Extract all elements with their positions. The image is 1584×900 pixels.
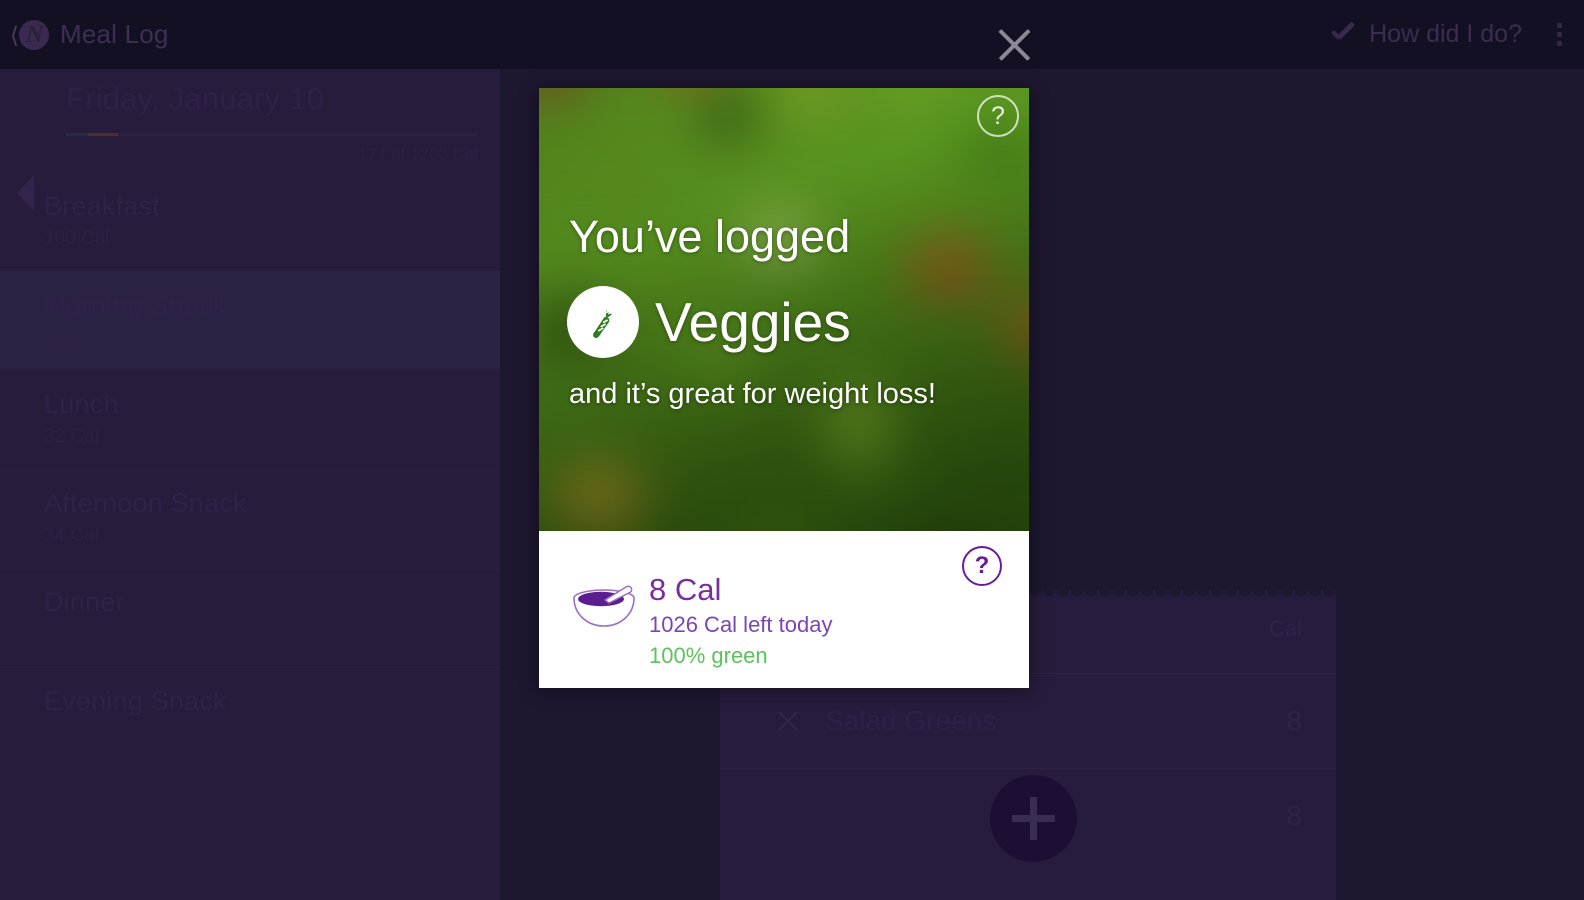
meal-row-afternoon-snack[interactable]: Afternoon Snack 34 Cal [0,469,500,568]
food-name: Salad Greens [825,705,997,736]
carrot-icon [567,286,639,358]
date-header: Friday, January 10 174 of 1200 Cal [66,81,478,165]
progress-segment-orange [88,133,118,136]
progress-segment-green [66,133,88,136]
stat-green-pct: 100% green [649,643,768,668]
meal-name: Morning Snack [44,290,227,320]
help-circle-icon[interactable]: ? [977,95,1019,137]
action-bar: ⟨ N Meal Log How did I do? [0,0,1584,69]
meal-calories: 100 Cal [44,228,110,249]
category-name: Veggies [655,291,851,353]
page-title: Friday, January 10 [66,81,325,116]
logged-headline: You’ve logged [569,211,851,262]
meal-row-evening-snack[interactable]: Evening Snack [0,667,500,766]
bowl-with-spoon-icon [571,581,637,633]
nutrino-logo-icon[interactable]: ⟨ N [10,18,49,52]
add-food-button[interactable] [990,775,1077,862]
stat-remaining: 1026 Cal left today [649,612,833,637]
remove-item-icon[interactable] [773,706,803,736]
logged-summary-panel: ? 8 Cal 1026 Cal left today 100% green [539,531,1029,688]
meal-name: Breakfast [44,191,160,221]
meal-row-lunch[interactable]: Lunch 32 Cal [0,370,500,469]
meal-row-morning-snack[interactable]: Morning Snack 8 Cal [0,271,500,370]
app-root: ⟨ N Meal Log How did I do? Friday, Janua… [0,0,1584,900]
food-calories: 8 [1286,800,1302,831]
table-row[interactable]: Salad Greens 8 [720,674,1336,768]
food-photo: ? You’ve logged Veggies and it’s great f… [539,88,1029,531]
meal-row-dinner[interactable]: Dinner [0,568,500,667]
calorie-summary: 174 of 1200 Cal [357,145,478,164]
overflow-menu-icon[interactable] [1544,23,1574,46]
meal-name: Evening Snack [44,686,227,716]
meal-calories: 34 Cal [44,525,99,546]
check-icon [1327,20,1357,50]
stat-calories: 8 Cal [649,572,722,607]
logged-stats: 8 Cal 1026 Cal left today 100% green [649,571,832,671]
meal-name: Lunch [44,389,119,419]
meal-list-pane: Friday, January 10 174 of 1200 Cal Break… [0,69,500,900]
help-circle-icon[interactable]: ? [962,546,1002,586]
meal-calories: 32 Cal [44,426,99,447]
meal-calories: 8 Cal [44,327,89,348]
how-did-i-do-label: How did I do? [1369,20,1522,48]
food-calories: 8 [1286,705,1302,736]
meal-list: Breakfast 100 Cal Morning Snack 8 Cal Lu… [0,172,500,766]
logged-food-dialog: ? You’ve logged Veggies and it’s great f… [539,88,1029,688]
category-tagline: and it’s great for weight loss! [569,378,936,410]
how-did-i-do-button[interactable]: How did I do? [1327,20,1522,50]
category-line: Veggies [567,286,851,358]
meal-name: Afternoon Snack [44,488,247,518]
app-title: Meal Log [60,19,169,49]
meal-name: Dinner [44,587,125,617]
column-header-cal: Cal [1268,616,1302,641]
meal-row-breakfast[interactable]: Breakfast 100 Cal [0,172,500,271]
calorie-progress-bar [66,133,478,136]
close-icon[interactable] [988,18,1040,70]
